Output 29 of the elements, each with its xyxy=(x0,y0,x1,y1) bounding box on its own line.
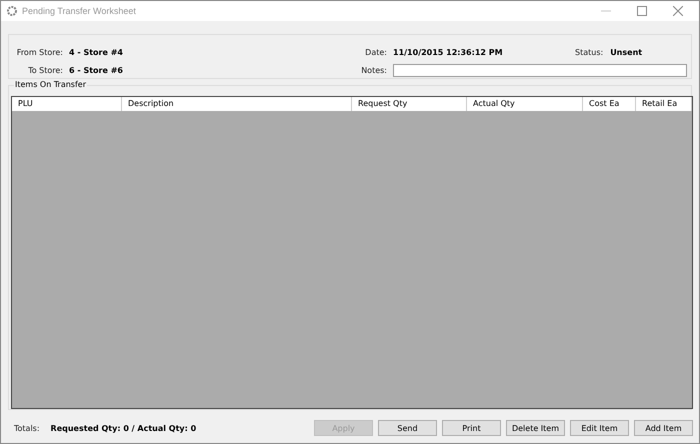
column-header[interactable]: Cost Ea xyxy=(583,97,636,111)
field-label: Status: xyxy=(575,48,604,56)
close-icon[interactable] xyxy=(673,6,683,16)
field-value: 4 - Store #4 xyxy=(69,48,123,56)
field-value: 11/10/2015 12:36:12 PM xyxy=(393,48,503,56)
action-button[interactable]: Send xyxy=(378,420,437,436)
field-value: Unsent xyxy=(610,48,642,56)
action-button[interactable]: Edit Item xyxy=(570,420,629,436)
field-value: 6 - Store #6 xyxy=(69,66,123,74)
gear-icon xyxy=(7,6,17,16)
action-button[interactable]: Add Item xyxy=(634,420,693,436)
column-header[interactable]: Actual Qty xyxy=(467,97,583,111)
totals-value: Requested Qty: 0 / Actual Qty: 0 xyxy=(50,424,196,432)
action-button[interactable]: Delete Item xyxy=(506,420,565,436)
column-header[interactable]: Description xyxy=(122,97,352,111)
action-button[interactable]: Print xyxy=(442,420,501,436)
window-title: Pending Transfer Worksheet xyxy=(22,6,136,16)
field-label: To Store: xyxy=(27,66,63,74)
notes-field[interactable] xyxy=(393,64,687,76)
field-label: From Store: xyxy=(16,48,63,56)
field-label: Notes: xyxy=(360,66,387,74)
group-title: Items On Transfer xyxy=(14,80,87,89)
column-header[interactable]: Retail Ea xyxy=(636,97,692,111)
column-header[interactable]: Request Qty xyxy=(352,97,467,111)
column-header[interactable]: PLU xyxy=(12,97,122,111)
totals-label: Totals: xyxy=(14,424,40,432)
maximize-icon[interactable] xyxy=(637,6,647,16)
field-label: Date: xyxy=(364,48,387,56)
items-grid[interactable]: PLU Description Request Qty Actual Qty Cost Ea Retail Ea xyxy=(11,96,693,409)
